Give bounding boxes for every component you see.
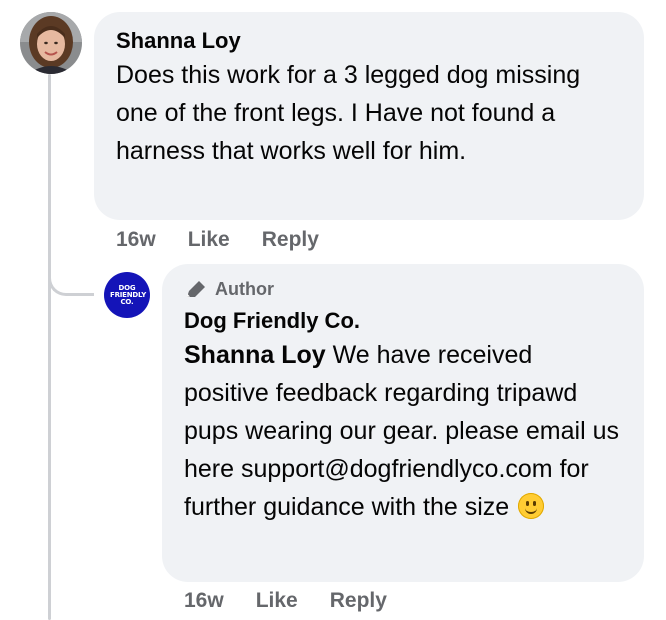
comment-bubble: Shanna Loy Does this work for a 3 legged… xyxy=(94,12,644,220)
reply-reply-button[interactable]: Reply xyxy=(330,587,387,615)
author-badge-label: Author xyxy=(215,279,274,299)
reply-timestamp[interactable]: 16w xyxy=(184,587,224,615)
like-button[interactable]: Like xyxy=(188,226,230,254)
comment-author-name[interactable]: Shanna Loy xyxy=(116,26,622,56)
reply-author-name[interactable]: Dog Friendly Co. xyxy=(184,306,622,336)
comment-text: Does this work for a 3 legged dog missin… xyxy=(116,61,581,165)
comment-actions: 16w Like Reply xyxy=(116,226,319,254)
mention-link[interactable]: Shanna Loy xyxy=(184,341,326,369)
reply-like-button[interactable]: Like xyxy=(256,587,298,615)
reply-text: Shanna Loy We have received positive fee… xyxy=(184,336,622,526)
thread-line xyxy=(48,74,51,620)
reply-connector xyxy=(48,250,94,296)
reply-button[interactable]: Reply xyxy=(262,226,319,254)
smiley-icon xyxy=(518,493,545,519)
reply-bubble: Author Dog Friendly Co. Shanna Loy We ha… xyxy=(162,264,644,582)
avatar[interactable] xyxy=(20,12,82,74)
comment-timestamp[interactable]: 16w xyxy=(116,226,156,254)
author-badge: Author xyxy=(184,276,622,302)
pencil-icon xyxy=(187,281,205,297)
reply-actions: 16w Like Reply xyxy=(184,587,387,615)
page-avatar-logo-text: DOG FRIENDLY CO. xyxy=(110,283,147,306)
page-avatar[interactable]: DOG FRIENDLY CO. xyxy=(104,272,150,318)
profile-photo xyxy=(20,12,82,74)
